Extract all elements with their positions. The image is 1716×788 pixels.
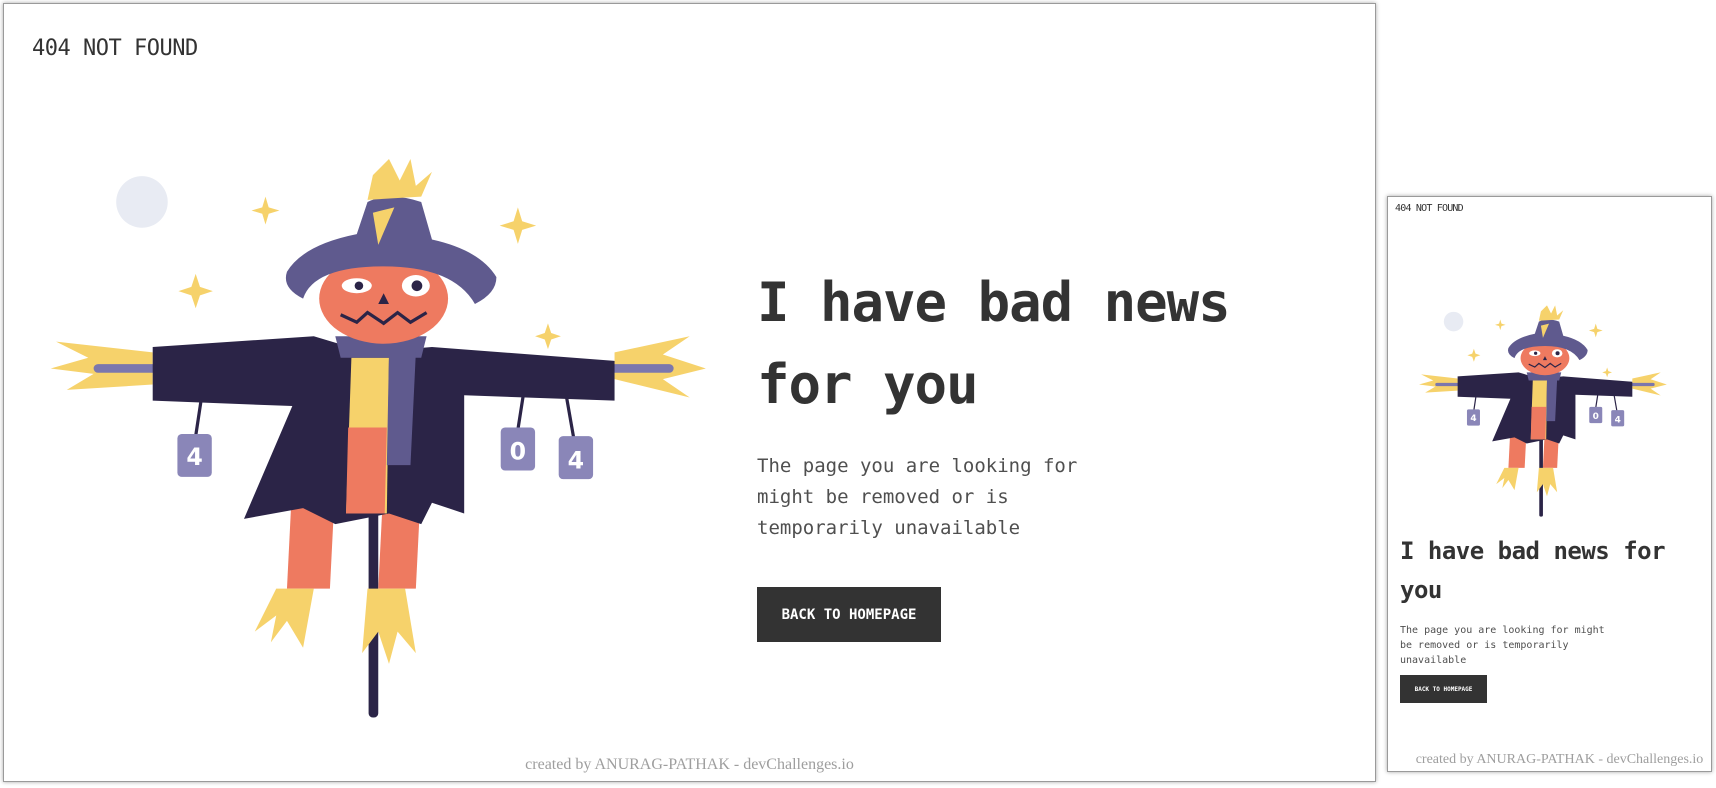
shirt-lower: [1530, 406, 1547, 440]
scarecrow-graphic: 4 0 4: [1419, 305, 1667, 517]
sparkle-icon: [535, 323, 561, 350]
can-middle-label: 0: [1593, 412, 1599, 422]
page-description: The page you are looking for might be re…: [1400, 625, 1605, 666]
sparkle-icon: [499, 207, 537, 244]
sparkle-icon: [1602, 367, 1612, 378]
mobile-preview-frame: 404 NOT FOUND 4 0 4 I have bad news for …: [1387, 196, 1712, 772]
scarecrow-illustration: 4 0 4: [44, 159, 734, 739]
hat-straw: [1538, 305, 1564, 321]
can-right-label: 4: [1615, 415, 1621, 425]
page-description: The page you are looking for might be re…: [757, 455, 1078, 539]
brand-logo-text[interactable]: 404 NOT FOUND: [32, 36, 198, 61]
left-foot-straw: [1496, 467, 1519, 491]
sparkle-icon: [1467, 348, 1481, 362]
can-right-label: 4: [568, 446, 584, 474]
left-foot-straw: [254, 588, 314, 648]
can-left-label: 4: [186, 443, 202, 471]
moon-circle: [116, 176, 168, 228]
footer-credit[interactable]: created by ANURAG-PATHAK - devChallenges…: [4, 756, 1375, 774]
desktop-preview-frame: 404 NOT FOUND 4 0 4 I have bad news for …: [3, 3, 1376, 782]
brand-logo-text[interactable]: 404 NOT FOUND: [1395, 203, 1464, 214]
scarecrow-illustration: 4 0 4: [1417, 305, 1677, 525]
moon-circle: [1443, 311, 1464, 332]
shirt-lower: [346, 427, 387, 514]
sparkle-icon: [178, 273, 213, 309]
scarecrow-graphic: 4 0 4: [50, 159, 706, 718]
sparkle-icon: [1588, 323, 1603, 338]
can-left-label: 4: [1470, 414, 1476, 424]
can-middle-label: 0: [510, 438, 526, 466]
back-to-homepage-button[interactable]: BACK TO HOMEPAGE: [1400, 675, 1487, 703]
sparkle-icon: [251, 196, 280, 225]
sparkle-icon: [1495, 319, 1506, 331]
back-to-homepage-button[interactable]: BACK TO HOMEPAGE: [757, 587, 941, 642]
page-headline: I have bad news for you: [1400, 537, 1666, 604]
footer-credit[interactable]: created by ANURAG-PATHAK - devChallenges…: [1388, 752, 1711, 768]
page-headline: I have bad news for you: [757, 271, 1231, 416]
hat-straw: [367, 159, 432, 200]
